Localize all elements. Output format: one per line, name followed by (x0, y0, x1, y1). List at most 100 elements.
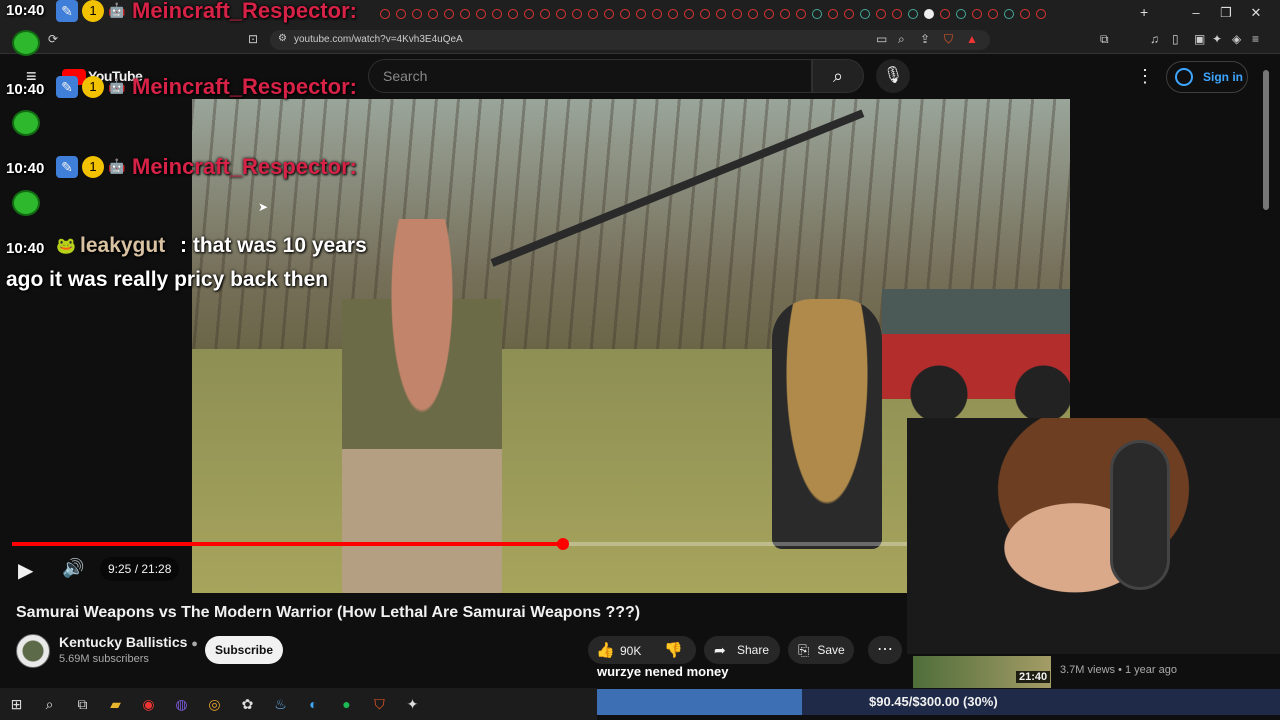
browser-tab[interactable] (556, 9, 566, 19)
browser-tab[interactable] (812, 9, 822, 19)
browser-tab[interactable] (956, 9, 966, 19)
browser-tab[interactable] (572, 9, 582, 19)
browser-tab[interactable] (988, 9, 998, 19)
browser-tab[interactable] (620, 9, 630, 19)
chat-username[interactable]: Meincraft_Respector: (132, 0, 357, 24)
app-icon[interactable]: ✿ (231, 696, 264, 713)
browser-tab[interactable] (940, 9, 950, 19)
browser-tab[interactable] (476, 9, 486, 19)
dislike-icon[interactable]: 👎 (664, 641, 683, 659)
brave-rewards-icon[interactable]: ▲ (966, 32, 978, 46)
browser-tab[interactable] (1036, 9, 1046, 19)
browser-tab[interactable] (396, 9, 406, 19)
browser-tab[interactable] (652, 9, 662, 19)
wallet-icon[interactable]: ▣ (1194, 32, 1205, 46)
brave-shield-icon[interactable]: ⛉ (944, 32, 953, 47)
browser-tab[interactable] (972, 9, 982, 19)
browser-tab[interactable] (764, 9, 774, 19)
start-icon[interactable]: ⊞ (0, 696, 33, 713)
vpn-icon[interactable]: ◈ (1232, 32, 1241, 46)
frog-emote-icon (12, 110, 40, 136)
search-button[interactable]: ⌕ (812, 59, 864, 93)
minimize-button[interactable]: – (1186, 4, 1206, 22)
menu-icon[interactable]: ≡ (1252, 32, 1259, 46)
extensions-icon[interactable]: ⧉ (1100, 32, 1109, 47)
browser-tab[interactable] (508, 9, 518, 19)
share-icon[interactable]: ⇪ (920, 32, 930, 46)
bookmark-icon[interactable]: ⊡ (248, 32, 258, 46)
browser-tab[interactable] (780, 9, 790, 19)
chat-username[interactable]: leakygut (80, 234, 165, 258)
subscribe-button[interactable]: Subscribe (205, 636, 283, 664)
browser-tab[interactable] (1004, 9, 1014, 19)
leo-icon[interactable]: ✦ (1212, 32, 1222, 46)
browser-tab[interactable] (748, 9, 758, 19)
play-icon[interactable]: ▶ (18, 558, 33, 583)
tab-strip[interactable] (380, 8, 1140, 20)
browser-tab[interactable] (828, 9, 838, 19)
media-icon[interactable]: ♫ (1150, 32, 1159, 46)
edge-icon[interactable]: ◐ (297, 696, 330, 712)
install-icon[interactable]: ▭ (876, 32, 887, 46)
sidebar-icon[interactable]: ▯ (1172, 32, 1179, 46)
share-button[interactable]: ➦ Share (704, 636, 780, 664)
discord-icon[interactable]: ◍ (165, 696, 198, 713)
browser-tab[interactable] (412, 9, 422, 19)
browser-tab[interactable] (668, 9, 678, 19)
sign-in-button[interactable]: Sign in (1166, 61, 1248, 93)
progress-scrubber[interactable] (557, 538, 569, 550)
browser-tab[interactable] (844, 9, 854, 19)
share-label: Share (736, 643, 770, 657)
chat-username[interactable]: Meincraft_Respector: (132, 154, 357, 180)
browser-tab[interactable] (860, 9, 870, 19)
more-actions-button[interactable]: ⋯ (868, 636, 902, 664)
reload-icon[interactable]: ⟳ (48, 32, 58, 46)
steam-icon[interactable]: ♨ (264, 696, 297, 713)
zoom-icon[interactable]: ⌕ (898, 32, 905, 47)
browser-tab[interactable] (604, 9, 614, 19)
chrome-icon[interactable]: ◎ (198, 696, 231, 713)
browser-tab[interactable] (716, 9, 726, 19)
brave-icon[interactable]: ⛉ (363, 696, 396, 713)
browser-tab[interactable] (924, 9, 934, 19)
site-info-icon[interactable]: ⚙ (278, 33, 287, 44)
browser-tab[interactable] (684, 9, 694, 19)
maximize-button[interactable]: ❐ (1216, 4, 1236, 22)
browser-tab[interactable] (1020, 9, 1030, 19)
obs-icon[interactable]: ◉ (132, 696, 165, 713)
browser-tab[interactable] (636, 9, 646, 19)
browser-tab[interactable] (540, 9, 550, 19)
browser-tab[interactable] (908, 9, 918, 19)
channel-avatar[interactable] (16, 634, 50, 668)
browser-tab[interactable] (524, 9, 534, 19)
more-options-icon[interactable]: ⋮ (1136, 66, 1154, 87)
spotify-icon[interactable]: ● (330, 696, 363, 712)
close-button[interactable]: ✕ (1246, 4, 1266, 22)
like-icon[interactable]: 👍 (596, 641, 615, 659)
search-taskbar-icon[interactable]: ⌕ (33, 696, 66, 713)
voice-search-button[interactable]: 🎙 (876, 59, 910, 93)
volume-icon[interactable]: 🔊 (62, 558, 84, 579)
file-explorer-icon[interactable]: ▰ (99, 696, 132, 713)
scrollbar-thumb[interactable] (1263, 70, 1269, 210)
chat-username[interactable]: Meincraft_Respector: (132, 74, 357, 100)
game-icon[interactable]: ✦ (396, 696, 429, 713)
channel-name[interactable]: Kentucky Ballistics ● (59, 634, 198, 650)
browser-tab[interactable] (732, 9, 742, 19)
save-button[interactable]: ⎘ Save (788, 636, 854, 664)
browser-tab[interactable] (492, 9, 502, 19)
search-input[interactable]: Search (368, 59, 812, 93)
browser-tab[interactable] (700, 9, 710, 19)
like-count[interactable]: 90K (620, 644, 641, 658)
donation-goal-fill (597, 689, 802, 715)
task-view-icon[interactable]: ⧉ (66, 696, 99, 713)
new-tab-button[interactable]: + (1140, 4, 1148, 20)
browser-tab[interactable] (444, 9, 454, 19)
browser-tab[interactable] (428, 9, 438, 19)
browser-tab[interactable] (588, 9, 598, 19)
browser-tab[interactable] (892, 9, 902, 19)
browser-tab[interactable] (876, 9, 886, 19)
browser-tab[interactable] (460, 9, 470, 19)
browser-tab[interactable] (796, 9, 806, 19)
browser-tab[interactable] (380, 9, 390, 19)
